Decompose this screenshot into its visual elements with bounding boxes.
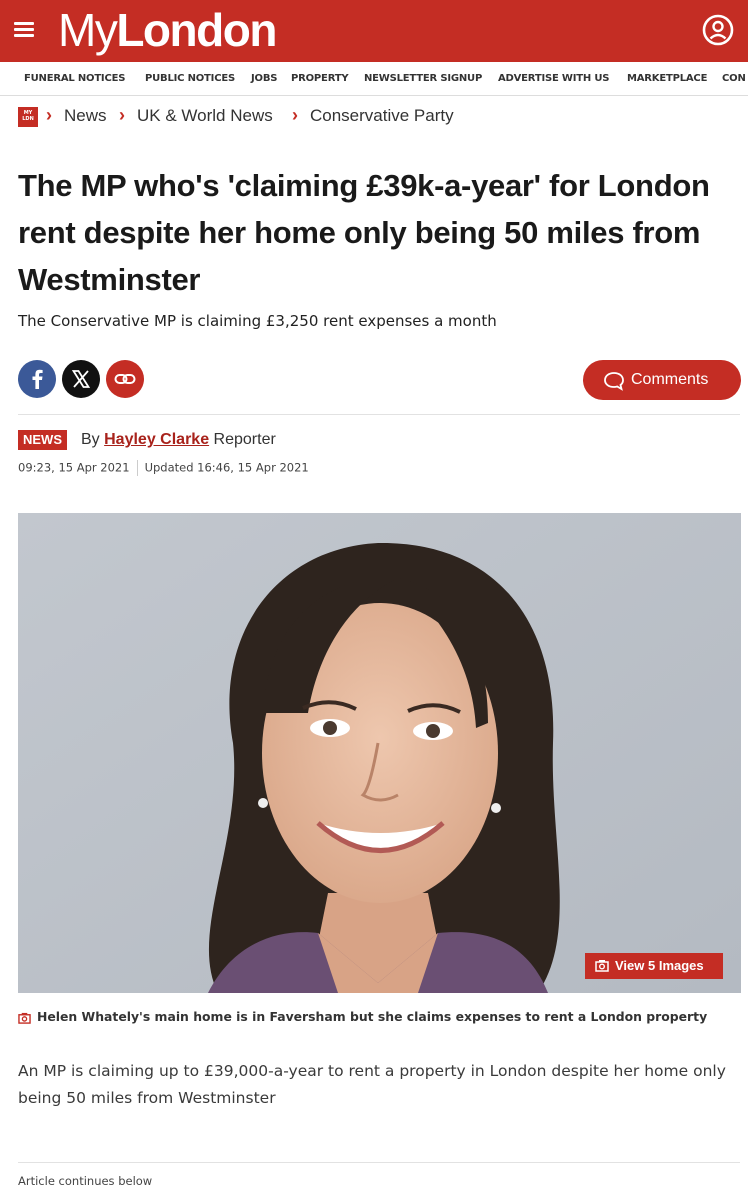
divider: [18, 1162, 740, 1163]
hero-image[interactable]: [18, 513, 741, 993]
site-logo[interactable]: MyLondon: [58, 2, 277, 58]
copy-link-button[interactable]: [106, 360, 144, 398]
nav-public-notices[interactable]: PUBLIC NOTICES: [145, 73, 235, 84]
divider: [18, 414, 740, 415]
news-badge[interactable]: NEWS: [18, 430, 67, 450]
article-subheading: The Conservative MP is claiming £3,250 r…: [18, 312, 497, 330]
nav-advertise[interactable]: ADVERTISE WITH US: [498, 73, 609, 84]
byline-prefix: By: [81, 431, 100, 448]
breadcrumb-uk-world-news[interactable]: UK & World News: [137, 106, 273, 126]
article-continues-label: Article continues below: [18, 1174, 153, 1188]
x-icon: [62, 360, 100, 398]
timestamps: 09:23, 15 Apr 2021 Updated 16:46, 15 Apr …: [18, 460, 309, 476]
caption-text: Helen Whately's main home is in Faversha…: [37, 1009, 708, 1024]
breadcrumb-home-logo[interactable]: MY LDN: [18, 107, 38, 127]
comments-button[interactable]: Comments: [583, 360, 741, 400]
nav-marketplace[interactable]: MARKETPLACE: [627, 73, 707, 84]
chevron-right-icon: ›: [46, 105, 52, 125]
author-role: Reporter: [213, 431, 276, 448]
logo-london: London: [116, 4, 277, 56]
comments-label: Comments: [631, 371, 709, 388]
camera-icon: [18, 1012, 31, 1024]
portrait-photo: [18, 513, 741, 993]
byline: By Hayley Clarke Reporter: [81, 431, 276, 449]
nav-jobs[interactable]: JOBS: [251, 73, 277, 84]
nav-newsletter-signup[interactable]: NEWSLETTER SIGNUP: [364, 73, 482, 84]
view-images-button[interactable]: View 5 Images: [585, 953, 723, 979]
chevron-right-icon: ›: [292, 105, 298, 125]
breadcrumb-conservative-party[interactable]: Conservative Party: [310, 106, 454, 126]
view-images-label: View 5 Images: [615, 958, 704, 973]
chevron-right-icon: ›: [119, 105, 125, 125]
article-body-paragraph: An MP is claiming up to £39,000-a-year t…: [18, 1062, 726, 1107]
published-time: 09:23, 15 Apr 2021: [18, 460, 130, 475]
x-share-button[interactable]: [62, 360, 100, 398]
breadcrumb-news[interactable]: News: [64, 106, 107, 126]
logo-my: My: [58, 4, 118, 56]
hamburger-menu-icon[interactable]: [14, 22, 34, 38]
author-link[interactable]: Hayley Clarke: [104, 431, 209, 448]
nav-divider: [0, 95, 748, 96]
nav-property[interactable]: PROPERTY: [291, 73, 349, 84]
facebook-icon: [18, 360, 56, 398]
facebook-share-button[interactable]: [18, 360, 56, 398]
camera-icon: [595, 960, 609, 972]
nav-funeral-notices[interactable]: FUNERAL NOTICES: [24, 73, 125, 84]
top-nav: FUNERAL NOTICES PUBLIC NOTICES JOBS PROP…: [0, 62, 748, 96]
image-caption: Helen Whately's main home is in Faversha…: [18, 1009, 740, 1024]
nav-more[interactable]: CON: [722, 73, 746, 84]
updated-time: Updated 16:46, 15 Apr 2021: [144, 460, 309, 475]
site-header: MyLondon: [0, 0, 748, 62]
article-headline: The MP who's 'claiming £39k-a-year' for …: [18, 168, 710, 297]
link-icon: [106, 360, 144, 398]
speech-bubble-icon: [604, 372, 624, 391]
timestamp-separator: [136, 460, 138, 476]
user-account-icon[interactable]: [700, 12, 736, 48]
